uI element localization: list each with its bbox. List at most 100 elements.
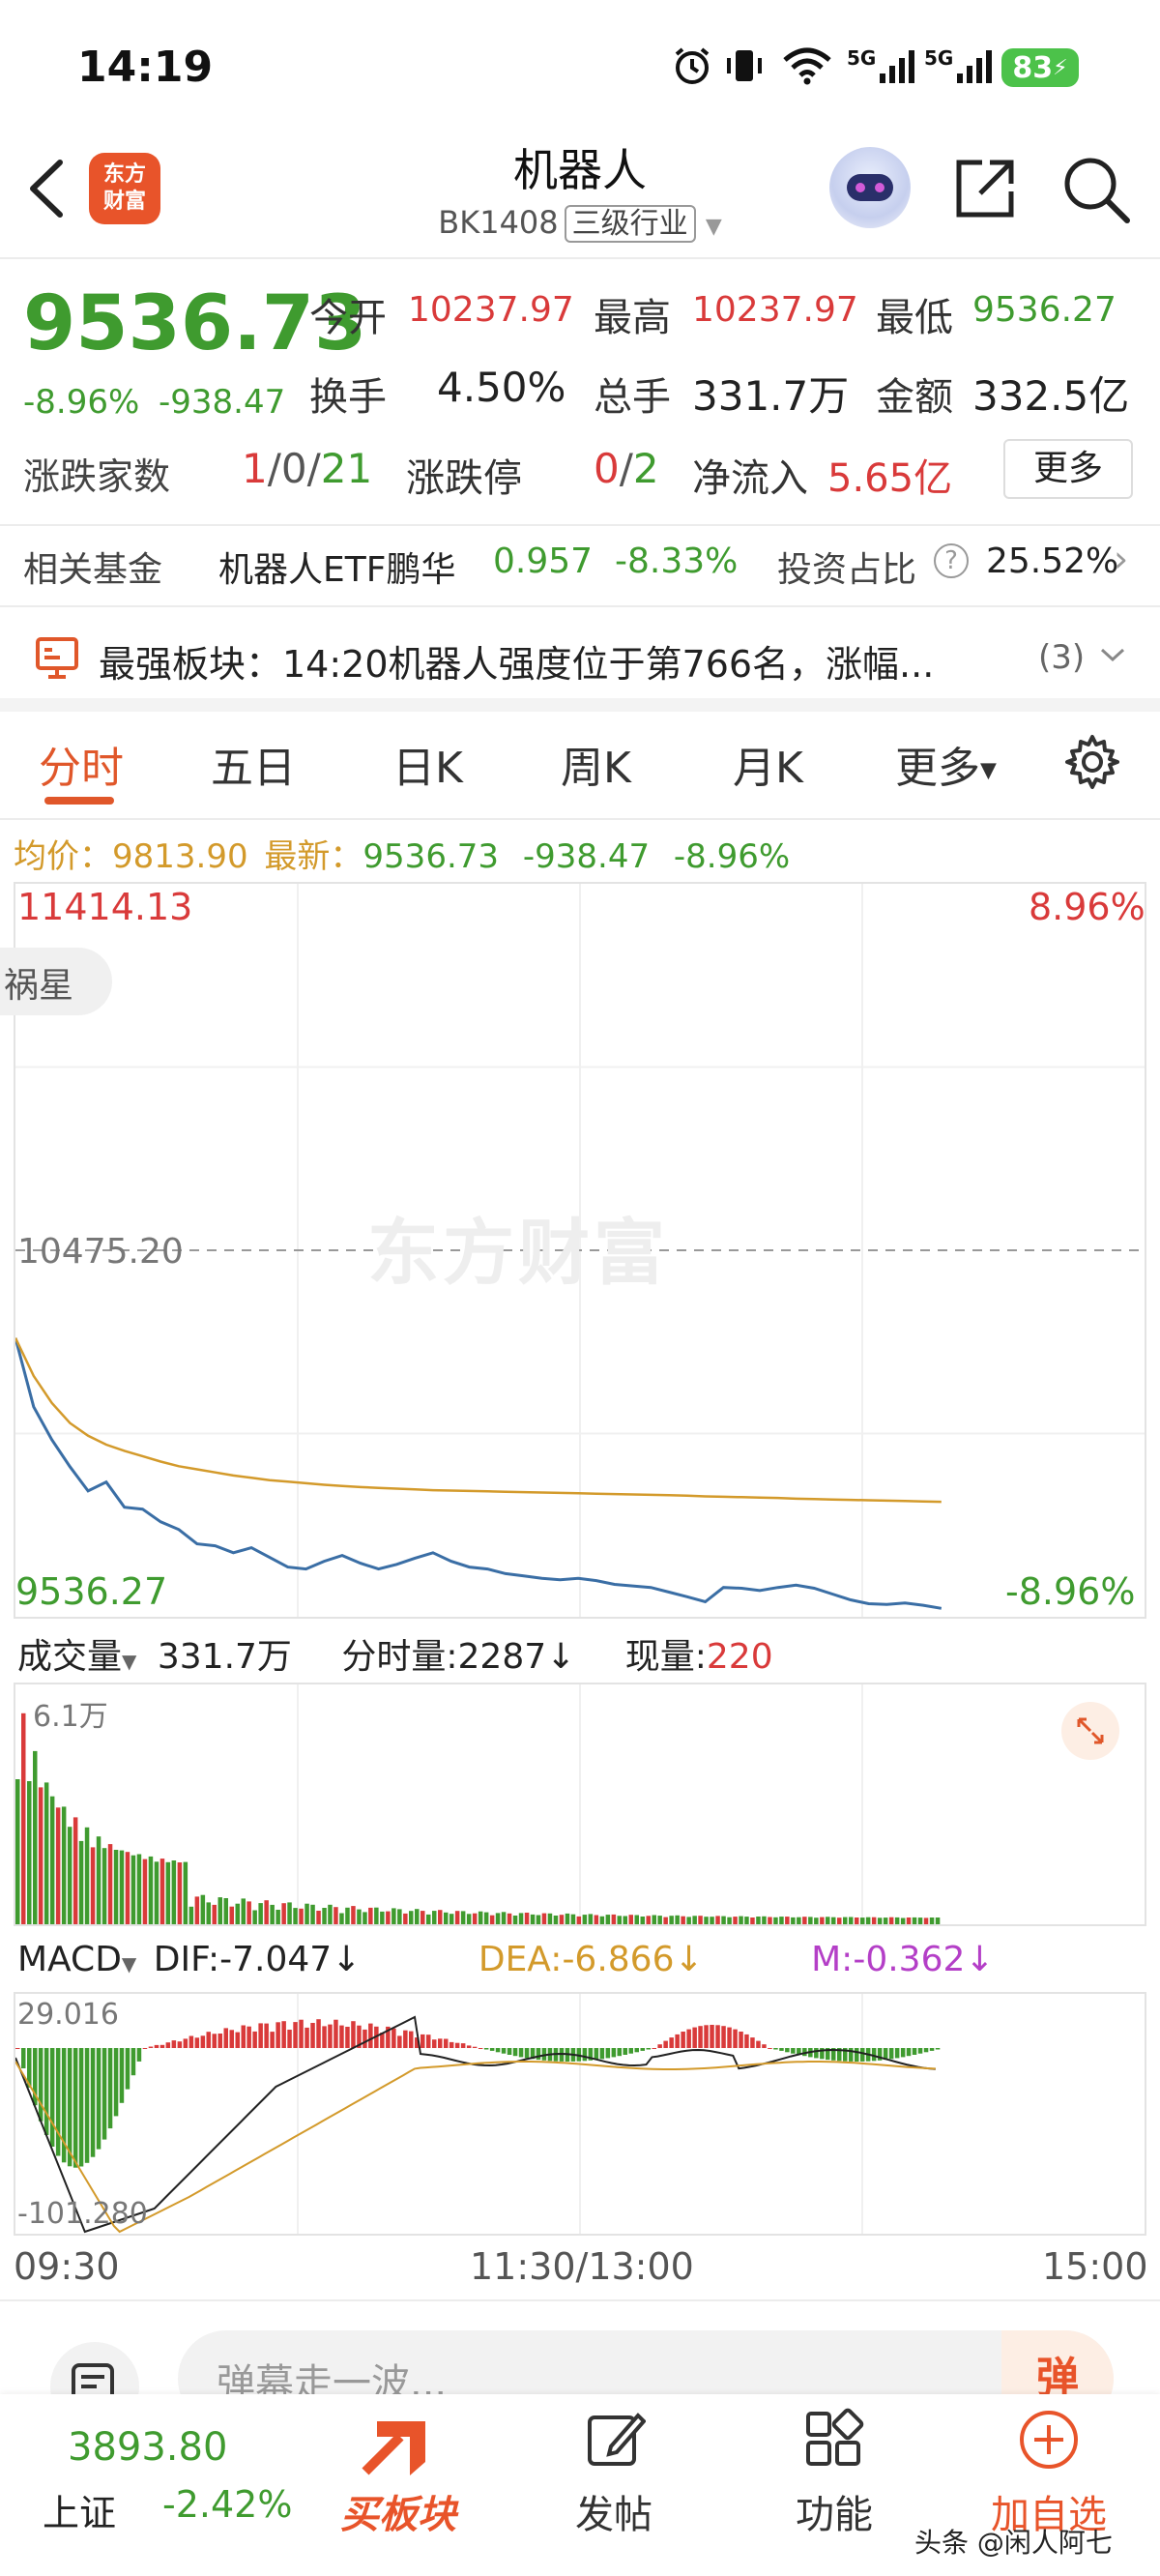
- more-quote-button[interactable]: 更多: [1003, 439, 1133, 499]
- tab-weekly-k[interactable]: 周K: [561, 733, 631, 795]
- volume-bar: [779, 1917, 784, 1924]
- function-label[interactable]: 功能: [771, 2483, 897, 2539]
- fund-ratio-label: 投资占比: [777, 550, 917, 590]
- tooltip-tag[interactable]: 祸星: [0, 948, 113, 1015]
- volume-bar: [96, 1836, 102, 1924]
- volume-bar: [669, 1916, 674, 1924]
- volume-bar: [588, 1914, 594, 1924]
- price-axis-mid: 10475.20: [17, 1232, 184, 1272]
- volume-bar: [935, 1917, 941, 1924]
- macd-chart[interactable]: [14, 1992, 1146, 2236]
- volume-chart[interactable]: [14, 1683, 1146, 1926]
- edit-post-icon[interactable]: [584, 2408, 647, 2470]
- macd-bar: [171, 2040, 177, 2048]
- macd-bar: [791, 2048, 796, 2054]
- volume-bar: [483, 1912, 489, 1924]
- chart-bottom-divider: [0, 2299, 1160, 2301]
- macd-bar: [594, 2048, 599, 2061]
- volume-bar: [449, 1914, 454, 1924]
- macd-bar: [310, 2023, 315, 2048]
- volume-bar: [634, 1915, 639, 1924]
- volume-bar: [605, 1915, 611, 1924]
- volume-bar: [229, 1906, 234, 1924]
- volume-bar: [739, 1916, 743, 1924]
- macd-bar: [397, 2035, 402, 2048]
- add-watchlist-icon[interactable]: [1017, 2408, 1081, 2472]
- expand-icon[interactable]: [1061, 1702, 1119, 1760]
- macd-bar: [698, 2026, 703, 2048]
- volume-bar: [177, 1862, 183, 1924]
- macd-bar: [281, 2021, 286, 2048]
- volume-bar: [744, 1917, 749, 1924]
- macd-bar: [293, 2022, 298, 2048]
- help-icon[interactable]: ?: [934, 543, 969, 578]
- header-divider: [0, 257, 1160, 259]
- volume-bar: [409, 1911, 414, 1924]
- post-label[interactable]: 发帖: [551, 2483, 677, 2539]
- buy-sector-icon[interactable]: [358, 2412, 439, 2479]
- volume-bar: [599, 1916, 605, 1924]
- volume-bar: [194, 1896, 200, 1924]
- buy-sector-label[interactable]: 买板块: [331, 2483, 466, 2539]
- macd-bar: [362, 2029, 367, 2048]
- volume-bar: [252, 1910, 257, 1924]
- volume-bar: [617, 1916, 622, 1924]
- high-label: 最高: [594, 296, 671, 340]
- macd-bar: [721, 2026, 726, 2048]
- volume-dropdown[interactable]: 成交量▼: [17, 1637, 136, 1677]
- robot-assistant-icon[interactable]: [829, 147, 911, 228]
- amount-value: 332.5亿: [972, 372, 1130, 420]
- tab-daily-k[interactable]: 日K: [392, 733, 463, 795]
- volume-bar: [750, 1917, 755, 1924]
- tab-underline: [44, 797, 114, 805]
- volume-bar: [495, 1913, 501, 1924]
- macd-bar: [657, 2044, 662, 2048]
- strongest-sector-text[interactable]: 最强板块：14:20机器人强度位于第766名，涨幅...: [99, 634, 934, 688]
- volume-bar: [374, 1907, 379, 1924]
- macd-bar: [466, 2045, 472, 2048]
- volume-bar: [107, 1844, 113, 1924]
- macd-bar: [489, 2048, 495, 2051]
- index-value[interactable]: 3893.80: [68, 2425, 227, 2470]
- search-icon[interactable]: [1059, 153, 1133, 226]
- macd-bar: [744, 2034, 749, 2048]
- macd-dropdown[interactable]: MACD▼: [17, 1940, 136, 1979]
- macd-bar: [715, 2025, 720, 2048]
- macd-bar: [652, 2048, 656, 2049]
- apps-icon[interactable]: [802, 2408, 864, 2470]
- fund-chevron-icon[interactable]: ›: [1114, 538, 1128, 580]
- volume-bar: [351, 1906, 356, 1924]
- share-icon[interactable]: [951, 155, 1019, 222]
- volume-bar: [55, 1807, 61, 1924]
- change-percent: -8.96%: [23, 383, 140, 422]
- volume-bar: [310, 1904, 315, 1924]
- macd-bar: [235, 2032, 240, 2048]
- gear-icon[interactable]: [1063, 733, 1121, 791]
- tab-intraday[interactable]: 分时: [39, 733, 124, 795]
- index-percent[interactable]: -2.42%: [162, 2483, 292, 2526]
- tab-five-day[interactable]: 五日: [211, 733, 296, 795]
- macd-bar: [38, 2048, 44, 2122]
- macd-bar: [438, 2038, 443, 2048]
- volume-bar: [541, 1913, 547, 1924]
- volume-bar: [733, 1917, 738, 1924]
- volume-bar: [489, 1915, 495, 1924]
- macd-bar: [681, 2032, 685, 2048]
- fund-name[interactable]: 机器人ETF鹏华: [218, 542, 455, 592]
- macd-bar: [739, 2032, 743, 2048]
- volume-bar: [200, 1894, 206, 1924]
- volume-bar: [339, 1913, 344, 1924]
- macd-bar: [200, 2035, 206, 2048]
- chevron-down-icon[interactable]: [1098, 640, 1127, 669]
- macd-bar: [206, 2032, 211, 2048]
- volume-bar: [270, 1904, 275, 1924]
- time-tick-end: 15:00: [1042, 2245, 1148, 2288]
- volume-bar: [894, 1917, 900, 1924]
- amount-label: 金额: [876, 375, 953, 420]
- index-name[interactable]: 上证: [43, 2483, 116, 2536]
- volume-bar: [646, 1916, 651, 1924]
- tab-monthly-k[interactable]: 月K: [733, 733, 803, 795]
- macd-bar: [322, 2026, 327, 2048]
- tab-more[interactable]: 更多▼: [895, 733, 997, 795]
- volume-bar: [849, 1917, 854, 1924]
